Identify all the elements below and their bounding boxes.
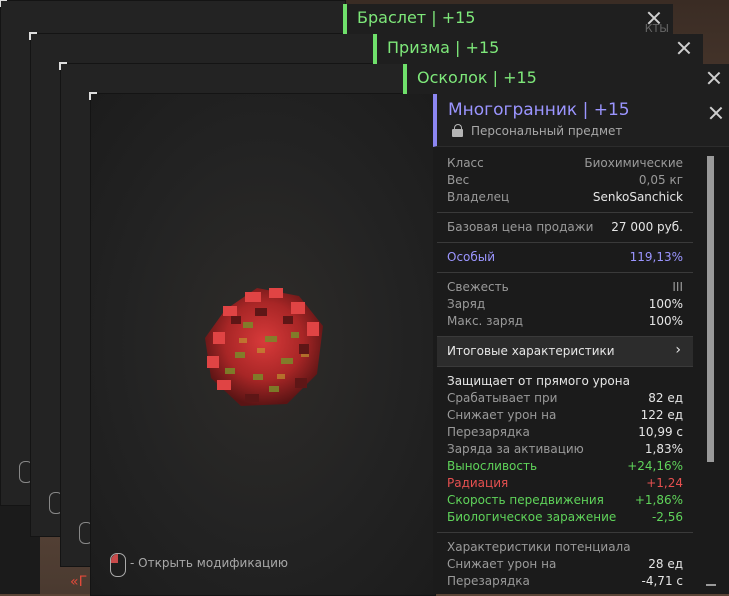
- stat-row: Радиация +1,24: [447, 476, 683, 490]
- item-title: Многогранник | +15: [448, 100, 630, 120]
- stats-panel[interactable]: Класс Биохимические Вес 0,05 кг Владелец Se…: [437, 149, 693, 594]
- totals-expander[interactable]: Итоговые характеристики ›: [437, 337, 693, 367]
- stat-row: Владелец SenkoSanchick: [447, 190, 683, 204]
- tab-title: Браслет | +15: [357, 8, 476, 27]
- section-title: Защищает от прямого урона: [447, 374, 630, 388]
- stat-row: Заряда за активацию 1,83%: [447, 442, 683, 456]
- tab-shard[interactable]: Осколок | +15: [403, 64, 729, 94]
- close-icon[interactable]: [677, 41, 691, 55]
- chevron-right-icon: ›: [675, 342, 681, 358]
- protection-section: Защищает от прямого урона Срабатывает пр…: [437, 367, 693, 533]
- stat-row: Скорость передвижения +1,86%: [447, 493, 683, 507]
- stat-row: Вес 0,05 кг: [447, 173, 683, 187]
- special-section: Особый 119,13%: [437, 243, 693, 273]
- artifact-model[interactable]: [195, 282, 335, 412]
- price-section: Базовая цена продажи 27 000 руб.: [437, 213, 693, 243]
- mouse-icon: [110, 553, 126, 577]
- item-details-panel: Многогранник | +15 Персональный предмет …: [433, 94, 729, 594]
- info-section: Класс Биохимические Вес 0,05 кг Владелец Se…: [437, 149, 693, 213]
- item-header: Многогранник | +15 Персональный предмет: [433, 94, 729, 147]
- stat-row: Биологическое заражение -2,56: [447, 510, 683, 524]
- charge-section: Свежесть III Заряд 100% Макс. заряд 100%: [437, 273, 693, 337]
- stat-row: Заряд 100%: [447, 297, 683, 311]
- stat-row: Особый 119,13%: [447, 250, 683, 264]
- tab-prism[interactable]: Призма | +15: [373, 34, 703, 64]
- background-text: «Г: [70, 574, 88, 590]
- potential-section: Характеристики потенциала Снижает урон н…: [437, 533, 693, 594]
- tab-title: Осколок | +15: [417, 68, 537, 87]
- close-icon[interactable]: [647, 11, 661, 25]
- item-subtitle: Персональный предмет: [471, 124, 623, 138]
- totals-label: Итоговые характеристики: [447, 344, 615, 358]
- hint-label: - Открыть модификацию: [130, 556, 289, 570]
- scrollbar[interactable]: [706, 156, 716, 586]
- stat-row: Срабатывает при 82 ед: [447, 391, 683, 405]
- stat-row: Перезарядка -4,71 с: [447, 574, 683, 588]
- stat-row: Базовая цена продажи 27 000 руб.: [447, 220, 683, 234]
- section-title: Характеристики потенциала: [447, 540, 631, 554]
- close-icon[interactable]: [709, 106, 723, 120]
- tab-title: Призма | +15: [387, 38, 500, 57]
- tab-bracelet[interactable]: Браслет | +15 КТЫ: [343, 4, 673, 35]
- lock-icon: [452, 124, 464, 137]
- stat-row: Снижает урон на 28 ед: [447, 557, 683, 571]
- stat-row: Снижает урон на 122 ед: [447, 408, 683, 422]
- stat-row: Макс. заряд 100%: [447, 314, 683, 328]
- scrollbar-thumb[interactable]: [707, 156, 714, 462]
- stat-row: Класс Биохимические: [447, 156, 683, 170]
- close-icon[interactable]: [707, 71, 721, 85]
- stat-row: Свежесть III: [447, 280, 683, 294]
- stat-row: Выносливость +24,16%: [447, 459, 683, 473]
- stat-row: Перезарядка 10,99 с: [447, 425, 683, 439]
